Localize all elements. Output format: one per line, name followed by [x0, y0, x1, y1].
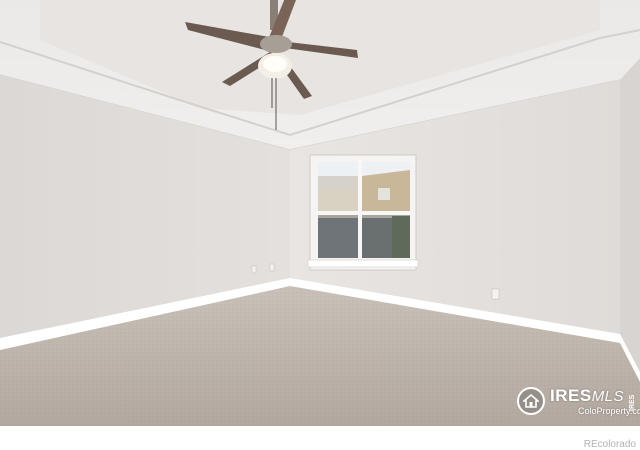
outlet [491, 288, 500, 300]
listing-photo: IRESMLS ColoProperty.com IRES [0, 0, 640, 426]
ires-watermark: IRESMLS ColoProperty.com IRES [516, 386, 640, 420]
room-scene [0, 0, 640, 426]
ires-vertical-text: IRES [629, 394, 636, 412]
outlet [269, 263, 275, 272]
ires-brand: IRESMLS [550, 386, 625, 405]
right-wall [620, 58, 640, 380]
outlet [251, 265, 257, 274]
photo-credit: REcolorado [583, 439, 636, 450]
window [307, 154, 419, 271]
house-logo-icon [517, 387, 545, 415]
